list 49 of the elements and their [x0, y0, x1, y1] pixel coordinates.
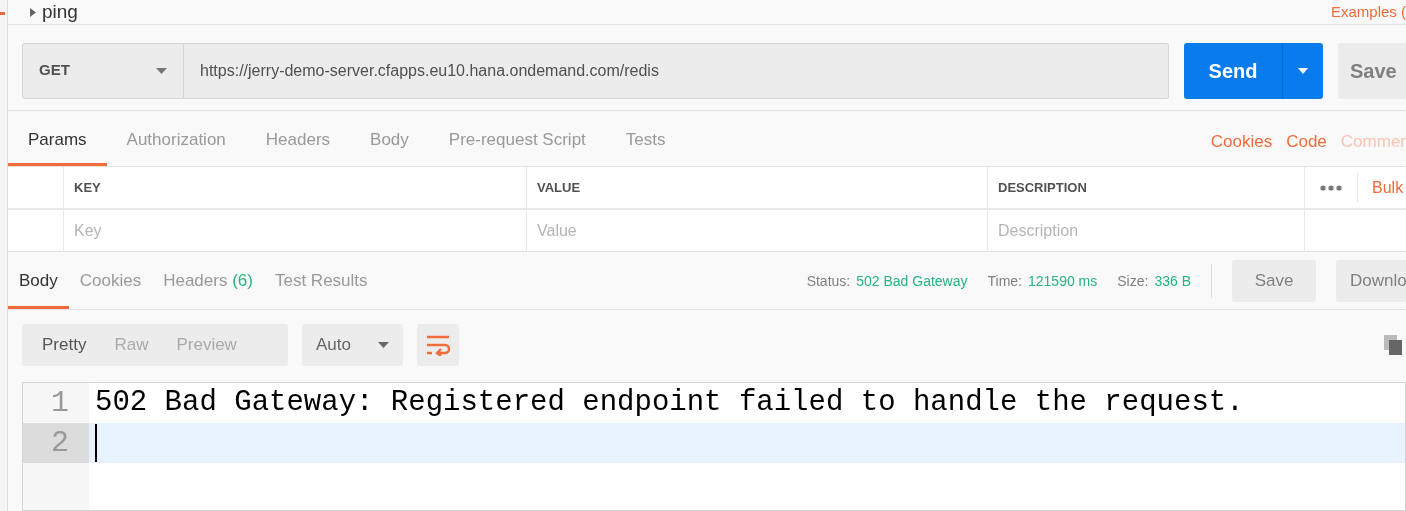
- request-tab[interactable]: Pre-request Script: [428, 126, 606, 166]
- response-tab[interactable]: Headers (6): [152, 267, 264, 309]
- meta-value: 502 Bad Gateway: [856, 271, 968, 291]
- format-select[interactable]: Auto: [302, 324, 403, 366]
- request-tab[interactable]: Tests: [605, 126, 686, 166]
- request-tab[interactable]: Body: [350, 126, 429, 166]
- method-select[interactable]: GET: [22, 42, 184, 99]
- code-line: 502 Bad Gateway: Registered endpoint failed to handle the request.: [95, 385, 1244, 422]
- line-number: 1: [51, 384, 69, 422]
- url-field[interactable]: https://jerry-demo-server.cfapps.eu10.hana.ondemand.com/redis: [184, 42, 1169, 99]
- examples-link[interactable]: Examples (: [1330, 0, 1406, 24]
- wrap-lines-button[interactable]: [417, 324, 459, 366]
- caret-icon: [1298, 67, 1308, 74]
- meta-label: Status:: [806, 271, 851, 291]
- format-tab[interactable]: Pretty: [28, 332, 101, 358]
- meta-value: 336 B: [1154, 271, 1191, 291]
- caret-icon: [378, 342, 389, 348]
- copy-icon[interactable]: [1384, 335, 1402, 355]
- line-number: 2: [51, 424, 69, 462]
- meta-label: Size:: [1117, 271, 1149, 291]
- response-action-button[interactable]: Save: [1232, 260, 1316, 302]
- expand-triangle-icon[interactable]: [30, 7, 36, 17]
- placeholder-text[interactable]: Value: [537, 218, 577, 243]
- format-tab[interactable]: Raw: [100, 332, 163, 358]
- save-button[interactable]: Save: [1338, 42, 1406, 99]
- bulk-edit-link[interactable]: Bulk: [1372, 175, 1404, 200]
- response-tab[interactable]: Test Results: [263, 267, 379, 309]
- response-editor[interactable]: 1 2 502 Bad Gateway: Registered endpoint failed to handle the request.: [22, 382, 1406, 511]
- response-tab[interactable]: Body: [8, 267, 69, 309]
- placeholder-text[interactable]: Description: [998, 218, 1079, 243]
- send-button[interactable]: Send: [1184, 42, 1323, 99]
- request-tab[interactable]: Headers: [245, 126, 351, 166]
- column-header: DESCRIPTION: [998, 178, 1087, 197]
- column-header: VALUE: [537, 178, 581, 197]
- request-tab[interactable]: Authorization: [106, 126, 246, 166]
- response-action-button[interactable]: Downlo: [1336, 260, 1406, 302]
- column-header: KEY: [74, 178, 101, 197]
- caret-icon: [156, 67, 167, 74]
- link[interactable]: Cookies: [1210, 128, 1273, 154]
- text-cursor: [95, 424, 97, 462]
- placeholder-text[interactable]: Key: [74, 218, 102, 243]
- response-tab[interactable]: Cookies: [68, 267, 153, 309]
- request-name[interactable]: ping: [42, 0, 78, 27]
- format-tab[interactable]: Preview: [162, 332, 251, 358]
- more-icon[interactable]: [1320, 184, 1342, 191]
- wrap-lines-icon: [426, 334, 450, 356]
- meta-value: 121590 ms: [1028, 271, 1098, 291]
- meta-label: Time:: [987, 271, 1022, 291]
- link[interactable]: Code: [1286, 128, 1327, 154]
